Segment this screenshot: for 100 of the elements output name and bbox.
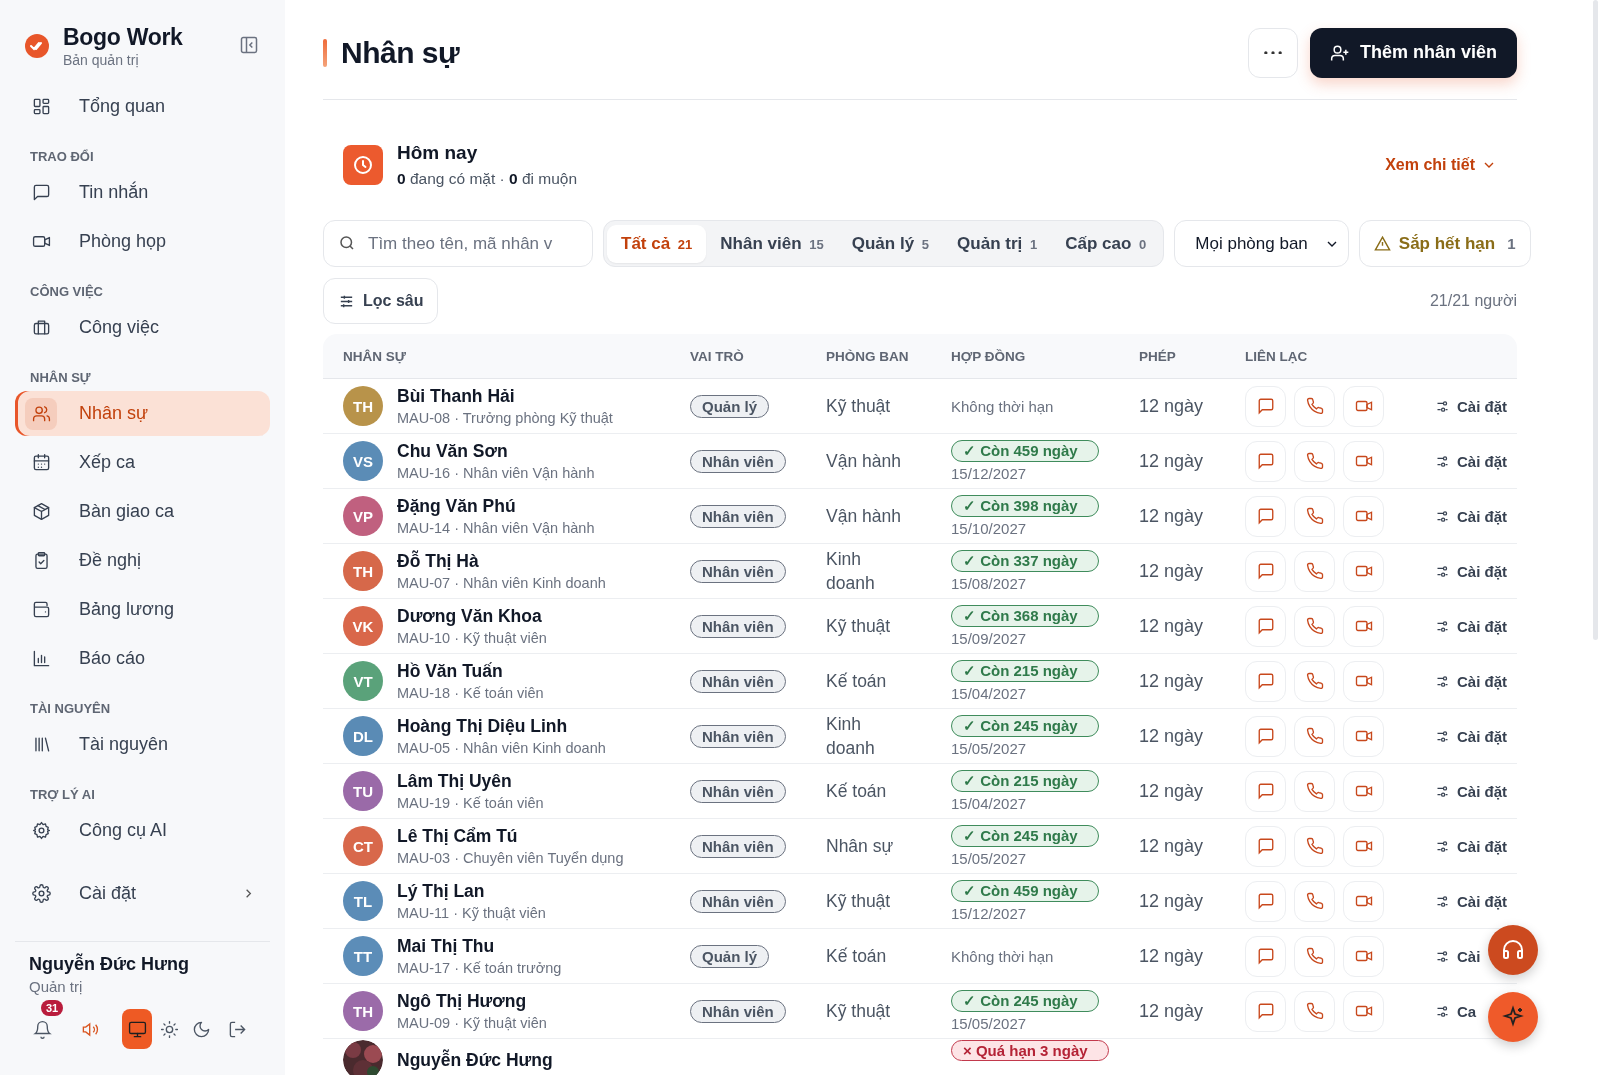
message-button[interactable] (1245, 715, 1286, 757)
advanced-filter-button[interactable]: Lọc sâu (323, 278, 439, 324)
contract-status-tag: ✓ Còn 215 ngày (951, 660, 1099, 682)
call-button[interactable] (1294, 880, 1335, 922)
column-header: PHÉP (1139, 348, 1177, 364)
leave-days: 12 ngày (1139, 395, 1204, 416)
department-cell-text: Kỹ thuật (826, 1000, 892, 1023)
sidebar-item[interactable]: Phòng họp (15, 219, 270, 264)
call-button[interactable] (1294, 990, 1335, 1032)
message-button[interactable] (1245, 440, 1286, 482)
call-button[interactable] (1294, 605, 1335, 647)
employee-code: MAU-07 · Nhân viên Kinh doanh (397, 575, 606, 591)
search-field[interactable]: Tìm theo tên, mã nhân v (323, 220, 593, 267)
ai-assistant-button[interactable] (1488, 992, 1538, 1042)
settings-button[interactable]: Cài đặt (1435, 727, 1507, 745)
message-button[interactable] (1245, 550, 1286, 592)
settings-button[interactable]: Cài đặt (1435, 837, 1507, 855)
call-button[interactable] (1294, 660, 1335, 702)
sidebar-item[interactable]: Tin nhắn (15, 170, 270, 215)
video-call-button[interactable] (1343, 825, 1384, 867)
sidebar-item[interactable]: Nhân sự (15, 391, 270, 436)
support-button[interactable] (1488, 925, 1538, 975)
role-tab[interactable]: Tất cả 21 (607, 224, 707, 263)
settings-button[interactable]: Cài đặt (1435, 452, 1507, 470)
employee-name: Đặng Văn Phú (397, 496, 517, 517)
video-call-button[interactable] (1343, 990, 1384, 1032)
role-tag: Quản lý (690, 944, 769, 968)
contract-end-date: 15/05/2027 (951, 740, 1027, 757)
call-button[interactable] (1294, 550, 1335, 592)
role-tab[interactable]: Quản lý 5 (837, 224, 944, 263)
message-button[interactable] (1245, 605, 1286, 647)
phone-icon (1305, 727, 1324, 745)
call-button[interactable] (1294, 385, 1335, 427)
users-icon (31, 404, 51, 423)
sidebar-item[interactable]: Công cụ AI (15, 808, 270, 853)
video-call-button[interactable] (1343, 935, 1384, 977)
video-call-button[interactable] (1343, 440, 1384, 482)
video-call-button[interactable] (1343, 385, 1384, 427)
settings-button[interactable]: Cài đặt (1435, 562, 1507, 580)
message-button[interactable] (1245, 990, 1286, 1032)
message-button[interactable] (1245, 935, 1286, 977)
wallet-icon (31, 600, 51, 619)
sidebar-item[interactable]: Bảng lương (15, 587, 270, 632)
sidebar-item[interactable]: Bàn giao ca (15, 489, 270, 534)
settings-button[interactable]: Cài đặt (1435, 617, 1507, 635)
call-button[interactable] (1294, 770, 1335, 812)
settings-button[interactable]: Cài đặt (1435, 672, 1507, 690)
department-dropdown[interactable]: Mọi phòng ban (1174, 220, 1349, 267)
video-call-button[interactable] (1343, 660, 1384, 702)
phone-icon (1305, 562, 1324, 580)
settings-button[interactable]: Cài đặt (1435, 782, 1507, 800)
employee-code: MAU-19 · Kế toán viên (397, 795, 544, 811)
sidebar-item[interactable]: Báo cáo (15, 636, 270, 681)
message-button[interactable] (1245, 825, 1286, 867)
settings-button[interactable]: Cài (1435, 947, 1481, 965)
message-icon (1256, 727, 1275, 745)
video-call-button[interactable] (1343, 605, 1384, 647)
settings-button[interactable]: Cài đặt (1435, 507, 1507, 525)
sidebar-item[interactable]: Xếp ca (15, 440, 270, 485)
employee-code: MAU-05 · Nhân viên Kinh doanh (397, 740, 606, 756)
settings-button[interactable]: Cài đặt (1435, 397, 1507, 415)
sidebar-item[interactable]: Công việc (15, 305, 270, 350)
role-tab[interactable]: Nhân viên 15 (706, 224, 838, 263)
avatar: VT (343, 661, 383, 701)
role-tab[interactable]: Quản trị 1 (943, 224, 1052, 263)
message-button[interactable] (1245, 660, 1286, 702)
title-accent (323, 38, 327, 67)
employee-code: MAU-18 · Kế toán viên (397, 685, 544, 701)
call-button[interactable] (1294, 495, 1335, 537)
message-button[interactable] (1245, 495, 1286, 537)
message-button[interactable] (1245, 385, 1286, 427)
video-call-button[interactable] (1343, 495, 1384, 537)
sidebar-item[interactable]: Tổng quan (15, 84, 270, 129)
message-button[interactable] (1245, 770, 1286, 812)
video-call-button[interactable] (1343, 770, 1384, 812)
message-button[interactable] (1245, 880, 1286, 922)
add-employee-button[interactable]: Thêm nhân viên (1309, 27, 1517, 78)
view-details-link[interactable]: Xem chi tiết (1385, 156, 1497, 174)
video-call-button[interactable] (1343, 715, 1384, 757)
bar-chart-icon (31, 649, 51, 668)
phone-icon (1305, 837, 1324, 855)
sidebar-item[interactable]: Tài nguyên (15, 722, 270, 767)
employee-name: Lâm Thị Uyên (397, 771, 513, 792)
contract-end-date: 15/04/2027 (951, 795, 1027, 812)
sidebar-item[interactable]: Cài đặt (15, 871, 270, 916)
call-button[interactable] (1294, 825, 1335, 867)
settings-button[interactable]: Ca (1435, 1002, 1477, 1020)
sidebar-item[interactable]: Đề nghị (15, 538, 270, 583)
video-call-button[interactable] (1343, 880, 1384, 922)
settings-button[interactable]: Cài đặt (1435, 892, 1507, 910)
theme-button[interactable] (122, 1009, 152, 1049)
briefcase-icon (31, 318, 51, 337)
phone-icon (1305, 892, 1324, 910)
call-button[interactable] (1294, 715, 1335, 757)
role-tab[interactable]: Cấp cao 0 (1051, 224, 1161, 263)
employee-code: MAU-11 · Kỹ thuật viên (397, 905, 546, 921)
expiring-filter-button[interactable]: Sắp hết hạn 1 (1358, 220, 1531, 267)
call-button[interactable] (1294, 935, 1335, 977)
call-button[interactable] (1294, 440, 1335, 482)
video-call-button[interactable] (1343, 550, 1384, 592)
